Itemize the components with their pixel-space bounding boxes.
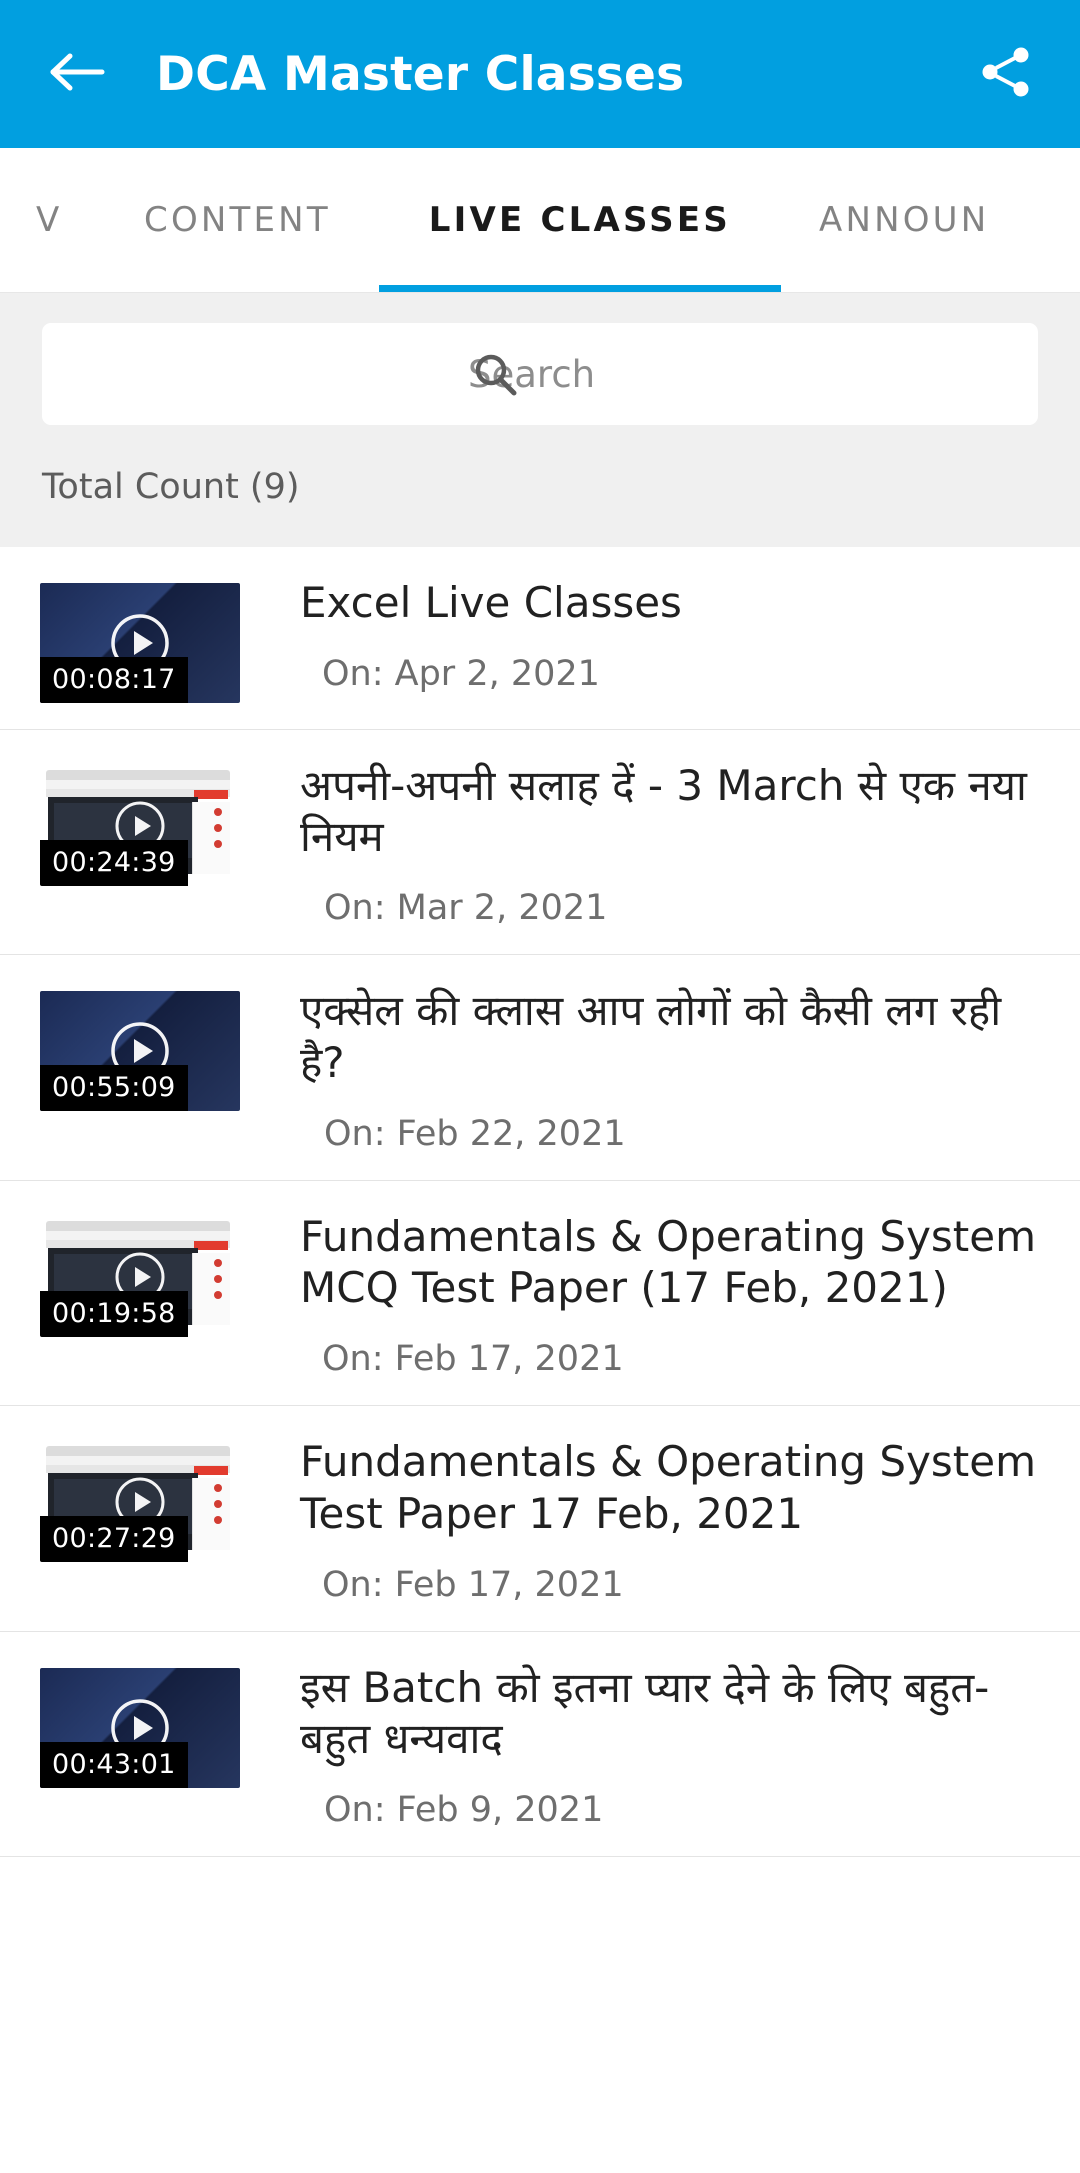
list-item-date: On: Apr 2, 2021 (322, 654, 600, 695)
list-item-text: एक्सेल की क्लास आप लोगों को कैसी लग रही … (240, 983, 1038, 1153)
thumb-dot (214, 824, 222, 832)
share-icon (979, 45, 1033, 103)
share-button[interactable] (974, 42, 1038, 106)
tab-overview-partial[interactable]: V (0, 148, 96, 292)
thumb-red-accent (194, 1240, 228, 1250)
video-duration: 00:08:17 (40, 657, 188, 703)
live-classes-list: 00:08:17 Excel Live Classes On: Apr 2, 2… (0, 547, 1080, 1858)
total-count-section: Total Count (9) (0, 453, 1080, 547)
video-thumbnail[interactable]: 00:24:39 (40, 766, 240, 886)
list-item-date: On: Feb 17, 2021 (322, 1564, 624, 1605)
list-item-title: अपनी-अपनी सलाह दें - 3 March से एक नया न… (300, 761, 1027, 862)
list-item[interactable]: 00:19:58 Fundamentals & Operating System… (0, 1181, 1080, 1407)
list-item-text: अपनी-अपनी सलाह दें - 3 March से एक नया न… (240, 758, 1038, 928)
list-item-title: इस Batch को इतना प्यार देने के लिए बहुत-… (300, 1662, 990, 1764)
thumb-browser-bar (46, 1446, 230, 1457)
tab-content-label: CONTENT (144, 200, 331, 240)
search-icon (472, 351, 518, 397)
search-box[interactable] (42, 323, 1038, 425)
thumb-browser-bar (46, 770, 230, 780)
tab-announcements-label: ANNOUN (818, 200, 990, 240)
video-duration: 00:43:01 (40, 1741, 188, 1788)
arrow-left-icon (48, 50, 106, 98)
video-thumbnail[interactable]: 00:19:58 (40, 1216, 240, 1337)
list-item[interactable]: 00:55:09 एक्सेल की क्लास आप लोगों को कैस… (0, 955, 1080, 1181)
list-item-date: On: Mar 2, 2021 (324, 888, 608, 929)
list-item[interactable]: 00:27:29 Fundamentals & Operating System… (0, 1406, 1080, 1632)
list-item-date: On: Feb 9, 2021 (324, 1790, 604, 1831)
video-duration: 00:24:39 (40, 840, 188, 886)
video-thumbnail[interactable]: 00:08:17 (40, 583, 240, 703)
thumb-sidebar (192, 802, 230, 874)
thumb-dot (214, 808, 222, 816)
thumb-dot (214, 1258, 222, 1267)
list-item-date: On: Feb 22, 2021 (324, 1113, 626, 1154)
video-thumbnail[interactable]: 00:27:29 (40, 1442, 240, 1563)
list-item-text: Excel Live Classes On: Apr 2, 2021 (240, 575, 1038, 694)
search-section (0, 293, 1080, 453)
thumb-dot (214, 1290, 222, 1299)
back-button[interactable] (42, 39, 112, 109)
tab-live-classes-label: LIVE CLASSES (428, 200, 731, 240)
app-bar: DCA Master Classes (0, 0, 1080, 148)
list-item[interactable]: 00:24:39 अपनी-अपनी सलाह दें - 3 March से… (0, 730, 1080, 956)
video-thumbnail[interactable]: 00:43:01 (40, 1667, 240, 1788)
thumb-red-accent (194, 1466, 228, 1476)
thumb-dot (214, 840, 222, 848)
tab-live-classes[interactable]: LIVE CLASSES (378, 148, 782, 292)
thumb-browser-bar-2 (46, 1456, 230, 1466)
tab-bar: V CONTENT LIVE CLASSES ANNOUN (0, 148, 1080, 293)
list-item-title: एक्सेल की क्लास आप लोगों को कैसी लग रही … (300, 986, 1002, 1087)
thumb-sidebar (192, 1478, 230, 1551)
list-item-text: Fundamentals & Operating System MCQ Test… (240, 1209, 1038, 1379)
page-title: DCA Master Classes (156, 46, 685, 102)
list-item[interactable]: 00:43:01 इस Batch को इतना प्यार देने के … (0, 1632, 1080, 1858)
thumb-sidebar (192, 1252, 230, 1325)
list-item-title: Excel Live Classes (300, 578, 682, 627)
video-duration: 00:19:58 (40, 1290, 188, 1337)
video-duration: 00:27:29 (40, 1516, 188, 1563)
tab-overview-partial-label: V (36, 200, 63, 240)
thumb-red-accent (194, 790, 228, 799)
thumb-browser-bar-2 (46, 1230, 230, 1240)
video-duration: 00:55:09 (40, 1065, 188, 1112)
list-item-text: Fundamentals & Operating System Test Pap… (240, 1434, 1038, 1604)
list-item[interactable]: 00:08:17 Excel Live Classes On: Apr 2, 2… (0, 547, 1080, 730)
list-item-text: इस Batch को इतना प्यार देने के लिए बहुत-… (240, 1660, 1038, 1830)
list-item-title: Fundamentals & Operating System MCQ Test… (300, 1211, 1037, 1313)
list-item-date: On: Feb 17, 2021 (322, 1339, 624, 1380)
tab-content[interactable]: CONTENT (96, 148, 379, 292)
thumb-browser-bar-2 (46, 780, 230, 789)
list-item-title: Fundamentals & Operating System Test Pap… (300, 1437, 1037, 1538)
video-thumbnail[interactable]: 00:55:09 (40, 991, 240, 1112)
thumb-browser-bar (46, 1220, 230, 1231)
tab-announcements[interactable]: ANNOUN (781, 148, 1029, 292)
total-count-label: Total Count (9) (42, 467, 300, 507)
thumb-dot (214, 1274, 222, 1283)
